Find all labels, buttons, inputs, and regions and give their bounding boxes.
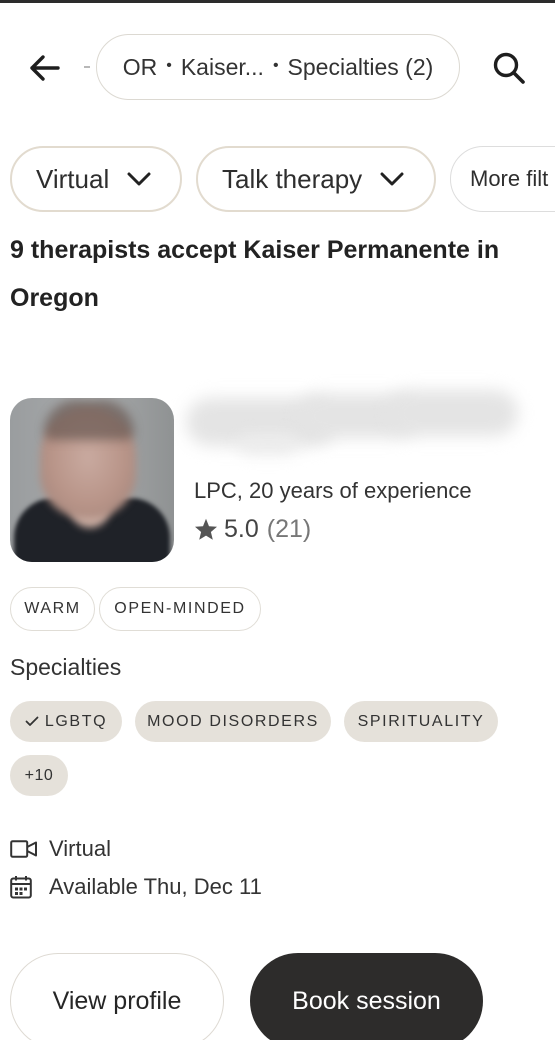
chevron-down-icon (127, 172, 151, 186)
filter-label: Virtual (36, 163, 110, 194)
book-session-button[interactable]: Book session (250, 953, 483, 1040)
session-type-row: Virtual (10, 836, 111, 862)
trait-chip: OPEN-MINDED (99, 587, 261, 631)
filter-talk-therapy[interactable]: Talk therapy (196, 146, 436, 212)
rating-value: 5.0 (224, 515, 259, 543)
calendar-icon (10, 875, 38, 899)
filter-label: More filt (470, 166, 549, 191)
star-icon (194, 518, 218, 541)
top-navigation: OR • Kaiser... • Specialties (2) (0, 34, 555, 100)
status-bar-edge (0, 0, 555, 3)
session-type: Virtual (49, 836, 111, 861)
results-heading: 9 therapists accept Kaiser Permanente in… (10, 236, 500, 312)
check-icon (25, 716, 39, 727)
video-camera-icon (10, 839, 38, 859)
availability: Available Thu, Dec 11 (49, 874, 262, 899)
trait-chip: WARM (10, 587, 95, 631)
filter-more[interactable]: More filt (450, 146, 555, 212)
breadcrumb-specialties: Specialties (2) (287, 53, 434, 80)
filter-bar: Virtual Talk therapy More filt (10, 146, 555, 212)
more-specialties-label: +10 (24, 766, 54, 784)
specialty-label: LGBTQ (44, 712, 108, 730)
specialty-label: SPIRITUALITY (357, 712, 485, 730)
review-count: (21) (266, 515, 312, 543)
breadcrumb-insurance: Kaiser... (180, 53, 264, 80)
specialties-label: Specialties (10, 654, 122, 680)
therapist-photo[interactable] (10, 398, 174, 562)
search-button[interactable] (486, 48, 532, 88)
specialty-label: MOOD DISORDERS (147, 712, 319, 730)
search-breadcrumb[interactable]: OR • Kaiser... • Specialties (2) (96, 34, 460, 100)
chevron-down-icon (380, 172, 404, 186)
arrow-left-icon (30, 55, 60, 81)
therapist-credentials: LPC, 20 years of experience (194, 478, 472, 503)
therapist-name-redacted[interactable] (178, 390, 522, 460)
therapist-rating: 5.0 (21) (194, 515, 311, 544)
filter-label: Talk therapy (222, 163, 363, 194)
specialty-chip-mood-disorders[interactable]: MOOD DISORDERS (135, 701, 331, 742)
specialty-chip-lgbtq[interactable]: LGBTQ (10, 701, 122, 742)
back-button[interactable] (24, 48, 64, 88)
availability-row: Available Thu, Dec 11 (10, 874, 262, 900)
more-specialties-chip[interactable]: +10 (10, 755, 68, 796)
filter-virtual[interactable]: Virtual (10, 146, 182, 212)
search-icon (493, 52, 525, 84)
view-profile-button[interactable]: View profile (10, 953, 224, 1040)
breadcrumb-state: OR (122, 53, 158, 80)
breadcrumb-divider (84, 66, 90, 68)
specialty-chip-spirituality[interactable]: SPIRITUALITY (344, 701, 498, 742)
